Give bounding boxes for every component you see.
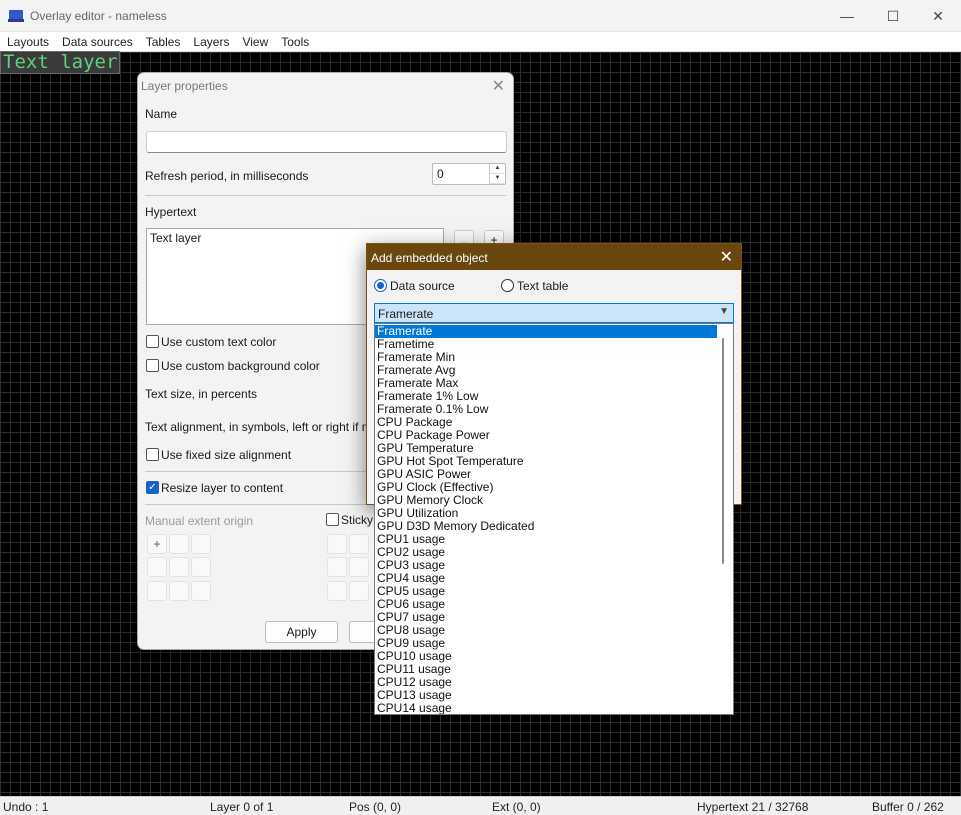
spin-down-icon[interactable]: ▼ (490, 174, 505, 184)
menu-layouts[interactable]: Layouts (0, 32, 55, 51)
embed-dialog-title: Add embedded object (371, 251, 488, 265)
dialog-title: Layer properties (141, 79, 228, 93)
text-table-radio[interactable] (501, 279, 514, 292)
custom-text-color-label: Use custom text color (161, 335, 277, 349)
resize-layer-checkbox[interactable]: ✓ (146, 481, 159, 494)
custom-bg-color-label: Use custom background color (161, 359, 320, 373)
chevron-down-icon[interactable]: ▼ (719, 306, 729, 317)
spin-up-icon[interactable]: ▲ (490, 164, 505, 174)
name-field[interactable] (146, 131, 507, 153)
fixed-alignment-label: Use fixed size alignment (161, 448, 292, 462)
status-buffer: Buffer 0 / 262 (872, 800, 944, 814)
menu-data-sources[interactable]: Data sources (55, 32, 139, 51)
extent-origin-cell[interactable] (191, 557, 211, 577)
combobox-selected-value: Framerate (378, 307, 434, 321)
close-icon[interactable]: ✕ (720, 247, 733, 267)
manual-extent-label: Manual extent origin (145, 514, 254, 528)
custom-text-color-checkbox[interactable] (146, 335, 159, 348)
extent-origin-top-left[interactable]: + (147, 534, 167, 554)
divider (145, 195, 506, 196)
sticky-origin-cell[interactable] (327, 534, 347, 554)
extent-origin-cell[interactable] (147, 557, 167, 577)
sticky-checkbox[interactable] (326, 513, 339, 526)
status-hypertext: Hypertext 21 / 32768 (697, 800, 809, 814)
data-source-combobox[interactable]: Framerate ▼ (374, 303, 734, 323)
title-bar: Overlay editor - nameless — ☐ ✕ (0, 0, 961, 32)
extent-origin-cell[interactable] (191, 534, 211, 554)
name-label: Name (145, 107, 178, 121)
status-pos: Pos (0, 0) (349, 800, 402, 814)
close-button[interactable]: ✕ (915, 0, 961, 32)
data-source-label: Data source (390, 279, 455, 293)
status-ext: Ext (0, 0) (492, 800, 541, 814)
custom-bg-color-checkbox[interactable] (146, 359, 159, 372)
hypertext-label: Hypertext (145, 205, 197, 219)
menu-tables[interactable]: Tables (139, 32, 187, 51)
data-source-dropdown-list[interactable]: Framerate Frametime Framerate Min Framerate… (374, 323, 734, 715)
data-source-radio[interactable] (374, 279, 387, 292)
window-title: Overlay editor - nameless (30, 9, 167, 23)
menu-layers[interactable]: Layers (186, 32, 235, 51)
status-undo: Undo : 1 (3, 800, 49, 814)
sticky-origin-cell[interactable] (327, 581, 347, 601)
app-icon (8, 10, 24, 22)
embed-title-bar: Add embedded object ✕ (367, 244, 741, 270)
resize-layer-label: Resize layer to content (161, 481, 284, 495)
sticky-origin-cell[interactable] (349, 534, 369, 554)
text-size-label: Text size, in percents (145, 387, 258, 401)
sticky-origin-cell[interactable] (349, 581, 369, 601)
menu-view[interactable]: View (235, 32, 274, 51)
extent-origin-cell[interactable] (147, 581, 167, 601)
dropdown-options: Framerate Frametime Framerate Min Framerate… (375, 325, 717, 715)
close-icon[interactable]: ✕ (492, 76, 505, 96)
status-layer: Layer 0 of 1 (210, 800, 274, 814)
sticky-origin-cell[interactable] (349, 557, 369, 577)
text-alignment-label: Text alignment, in symbols, left or righ… (145, 420, 389, 434)
text-table-label: Text table (517, 279, 569, 293)
text-layer-preview[interactable]: Text layer (0, 51, 121, 74)
dropdown-scrollbar[interactable] (722, 338, 724, 564)
extent-origin-cell[interactable] (169, 581, 189, 601)
maximize-button[interactable]: ☐ (870, 0, 916, 32)
fixed-alignment-checkbox[interactable] (146, 448, 159, 461)
refresh-period-value: 0 (437, 167, 444, 181)
dropdown-option[interactable]: CPU14 usage (375, 702, 717, 715)
sticky-origin-cell[interactable] (327, 557, 347, 577)
menu-tools[interactable]: Tools (274, 32, 315, 51)
extent-origin-cell[interactable] (191, 581, 211, 601)
refresh-period-spinner[interactable]: 0 ▲ ▼ (432, 163, 506, 185)
status-bar: Undo : 1 Layer 0 of 1 Pos (0, 0) Ext (0,… (0, 796, 961, 815)
apply-button[interactable]: Apply (265, 621, 338, 643)
menu-bar: Layouts Data sources Tables Layers View … (0, 32, 961, 52)
minimize-button[interactable]: — (824, 0, 870, 32)
extent-origin-cell[interactable] (169, 534, 189, 554)
refresh-period-label: Refresh period, in milliseconds (145, 169, 309, 183)
extent-origin-cell[interactable] (169, 557, 189, 577)
